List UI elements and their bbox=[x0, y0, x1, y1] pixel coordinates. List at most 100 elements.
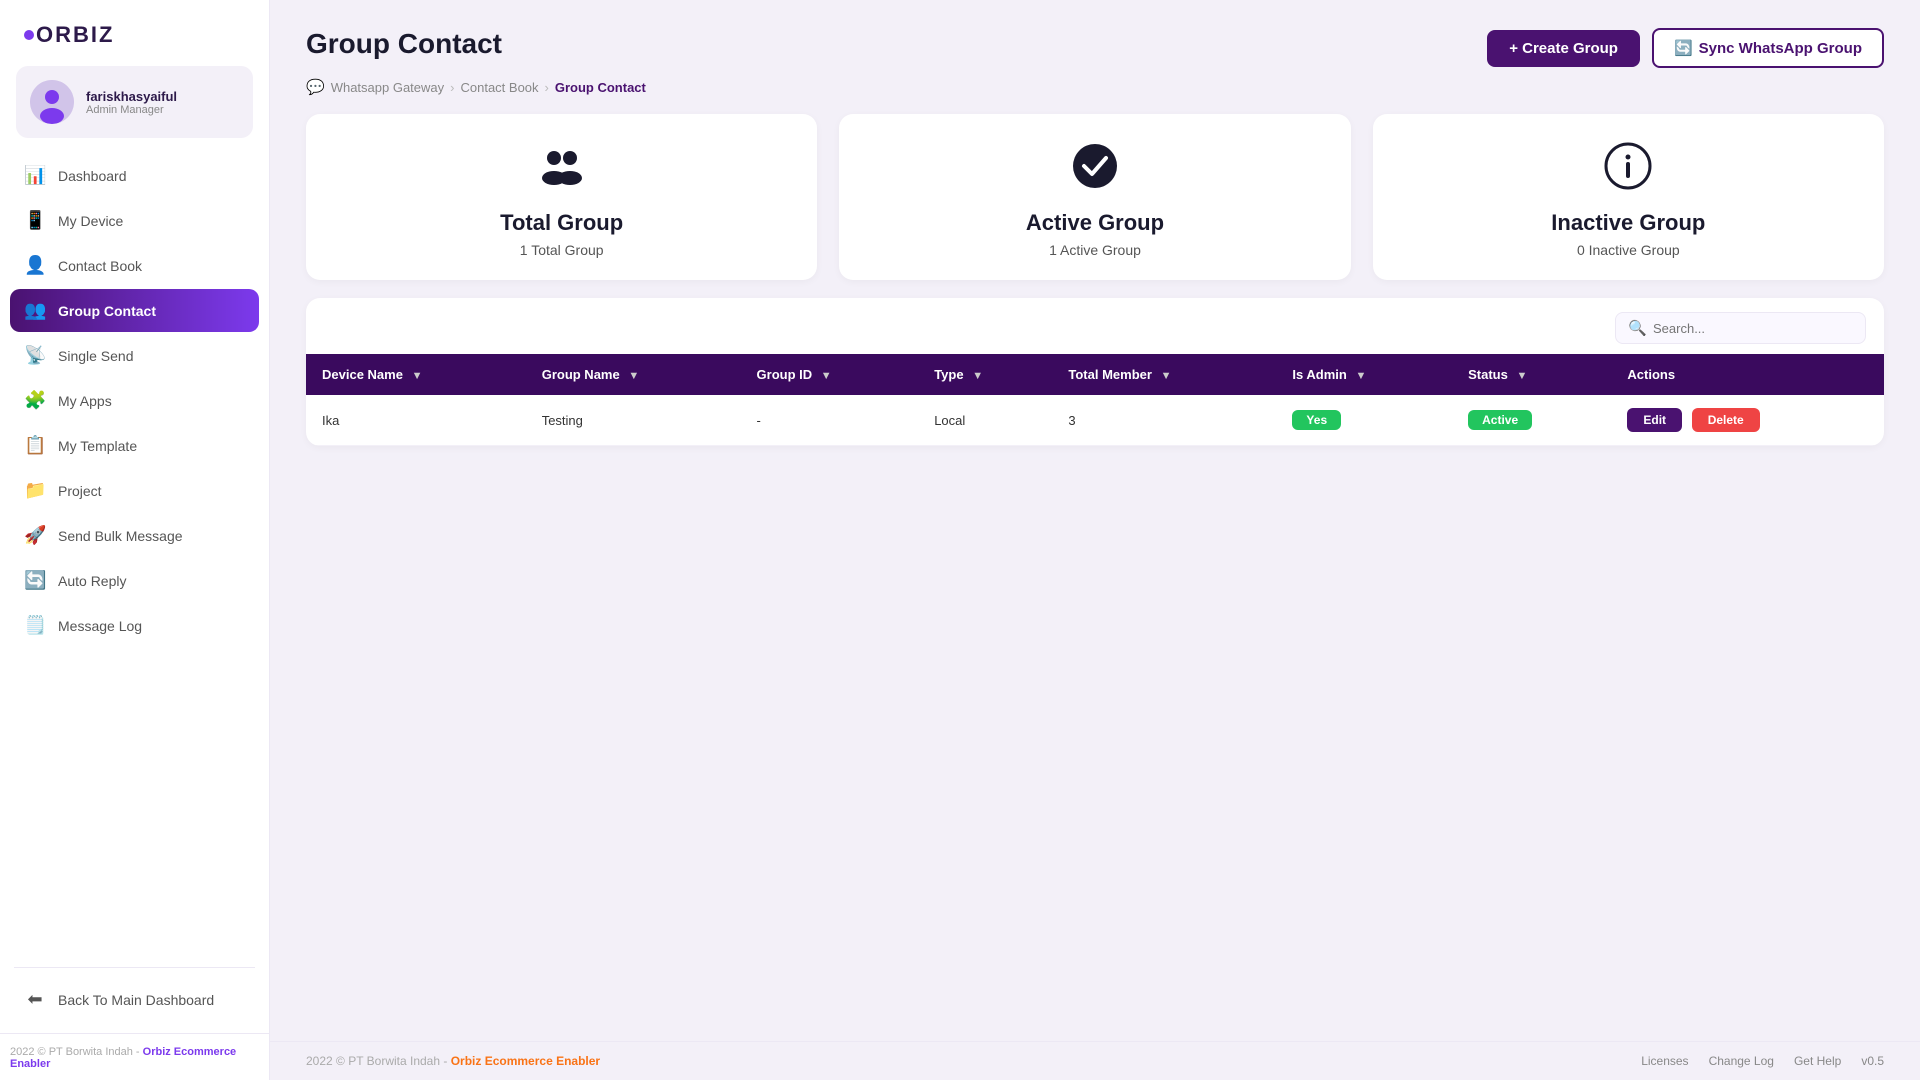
search-wrapper: 🔍 bbox=[1615, 312, 1866, 344]
sidebar-item-my-device[interactable]: 📱 My Device bbox=[10, 199, 259, 242]
sidebar-item-label: Contact Book bbox=[58, 258, 142, 274]
sidebar-item-send-bulk-message[interactable]: 🚀 Send Bulk Message bbox=[10, 514, 259, 557]
sidebar-item-label: My Apps bbox=[58, 393, 112, 409]
filter-icon[interactable]: ▼ bbox=[972, 370, 983, 382]
col-group-name: Group Name ▼ bbox=[526, 354, 741, 395]
col-is-admin: Is Admin ▼ bbox=[1276, 354, 1452, 395]
page-title: Group Contact bbox=[306, 28, 502, 60]
is-admin-badge: Yes bbox=[1292, 410, 1341, 430]
breadcrumb-whatsapp[interactable]: Whatsapp Gateway bbox=[331, 80, 444, 95]
cell-actions: Edit Delete bbox=[1611, 395, 1884, 446]
total-group-title: Total Group bbox=[500, 210, 623, 236]
filter-icon[interactable]: ▼ bbox=[1355, 370, 1366, 382]
sidebar-item-label: My Device bbox=[58, 213, 123, 229]
cell-type: Local bbox=[918, 395, 1052, 446]
sync-whatsapp-button[interactable]: 🔄 Sync WhatsApp Group bbox=[1652, 28, 1884, 68]
avatar-icon bbox=[30, 80, 74, 124]
nav-divider bbox=[14, 967, 255, 968]
active-group-count: 1 Active Group bbox=[1049, 242, 1141, 258]
breadcrumb: 💬 Whatsapp Gateway › Contact Book › Grou… bbox=[270, 68, 1920, 96]
sidebar-item-group-contact[interactable]: 👥 Group Contact bbox=[10, 289, 259, 332]
sidebar-item-auto-reply[interactable]: 🔄 Auto Reply bbox=[10, 559, 259, 602]
auto-reply-icon: 🔄 bbox=[24, 570, 46, 591]
sidebar-item-my-template[interactable]: 📋 My Template bbox=[10, 424, 259, 467]
contact-icon: 👤 bbox=[24, 255, 46, 276]
create-group-button[interactable]: + Create Group bbox=[1487, 30, 1640, 67]
inactive-group-icon bbox=[1604, 142, 1652, 200]
active-group-icon bbox=[1071, 142, 1119, 200]
breadcrumb-sep-2: › bbox=[545, 80, 549, 95]
sidebar-item-label: Dashboard bbox=[58, 168, 127, 184]
sidebar: ORBIZ fariskhasyaiful Admin Manager 📊 Da… bbox=[0, 0, 270, 1080]
footer-brand-name: Orbiz Ecommerce Enabler bbox=[451, 1054, 600, 1068]
breadcrumb-contact-book[interactable]: Contact Book bbox=[460, 80, 538, 95]
total-group-count: 1 Total Group bbox=[520, 242, 604, 258]
user-card: fariskhasyaiful Admin Manager bbox=[16, 66, 253, 138]
main-content: Group Contact + Create Group 🔄 Sync What… bbox=[270, 0, 1920, 1080]
table-header: Device Name ▼ Group Name ▼ Group ID ▼ Ty… bbox=[306, 354, 1884, 395]
breadcrumb-sep-1: › bbox=[450, 80, 454, 95]
send-icon: 📡 bbox=[24, 345, 46, 366]
active-group-title: Active Group bbox=[1026, 210, 1164, 236]
cell-group-id: - bbox=[741, 395, 919, 446]
stat-card-total-group: Total Group 1 Total Group bbox=[306, 114, 817, 280]
cell-is-admin: Yes bbox=[1276, 395, 1452, 446]
cell-total-member: 3 bbox=[1052, 395, 1276, 446]
sidebar-item-project[interactable]: 📁 Project bbox=[10, 469, 259, 512]
apps-icon: 🧩 bbox=[24, 390, 46, 411]
licenses-link[interactable]: Licenses bbox=[1641, 1054, 1688, 1068]
bulk-icon: 🚀 bbox=[24, 525, 46, 546]
people-icon bbox=[538, 142, 586, 190]
back-label: Back To Main Dashboard bbox=[58, 992, 214, 1008]
get-help-link[interactable]: Get Help bbox=[1794, 1054, 1841, 1068]
col-type: Type ▼ bbox=[918, 354, 1052, 395]
group-table: Device Name ▼ Group Name ▼ Group ID ▼ Ty… bbox=[306, 354, 1884, 446]
total-group-icon bbox=[538, 142, 586, 200]
main-footer: 2022 © PT Borwita Indah - Orbiz Ecommerc… bbox=[270, 1041, 1920, 1080]
sidebar-item-label: Group Contact bbox=[58, 303, 156, 319]
username: fariskhasyaiful bbox=[86, 89, 177, 104]
device-icon: 📱 bbox=[24, 210, 46, 231]
search-bar: 🔍 bbox=[306, 298, 1884, 354]
avatar bbox=[30, 80, 74, 124]
version-label: v0.5 bbox=[1861, 1054, 1884, 1068]
sidebar-item-dashboard[interactable]: 📊 Dashboard bbox=[10, 154, 259, 197]
sidebar-item-label: Auto Reply bbox=[58, 573, 126, 589]
filter-icon[interactable]: ▼ bbox=[412, 370, 423, 382]
col-device-name: Device Name ▼ bbox=[306, 354, 526, 395]
project-icon: 📁 bbox=[24, 480, 46, 501]
table-row: Ika Testing - Local 3 Yes Active Edit De… bbox=[306, 395, 1884, 446]
footer-right: Licenses Change Log Get Help v0.5 bbox=[1641, 1054, 1884, 1068]
sidebar-item-single-send[interactable]: 📡 Single Send bbox=[10, 334, 259, 377]
sidebar-footer: 2022 © PT Borwita Indah - Orbiz Ecommerc… bbox=[0, 1033, 269, 1080]
filter-icon[interactable]: ▼ bbox=[1516, 370, 1527, 382]
filter-icon[interactable]: ▼ bbox=[821, 370, 832, 382]
stats-row: Total Group 1 Total Group Active Group 1… bbox=[270, 96, 1920, 280]
sidebar-item-label: My Template bbox=[58, 438, 137, 454]
stat-card-inactive-group: Inactive Group 0 Inactive Group bbox=[1373, 114, 1884, 280]
filter-icon[interactable]: ▼ bbox=[628, 370, 639, 382]
filter-icon[interactable]: ▼ bbox=[1161, 370, 1172, 382]
col-group-id: Group ID ▼ bbox=[741, 354, 919, 395]
sidebar-item-my-apps[interactable]: 🧩 My Apps bbox=[10, 379, 259, 422]
search-input[interactable] bbox=[1653, 321, 1853, 336]
cell-group-name: Testing bbox=[526, 395, 741, 446]
back-to-main-dashboard[interactable]: ⬅ Back To Main Dashboard bbox=[10, 978, 259, 1021]
sidebar-item-contact-book[interactable]: 👤 Contact Book bbox=[10, 244, 259, 287]
nav-list: 📊 Dashboard 📱 My Device 👤 Contact Book 👥… bbox=[0, 154, 269, 957]
sidebar-item-label: Message Log bbox=[58, 618, 142, 634]
logo-area: ORBIZ bbox=[0, 0, 269, 66]
changelog-link[interactable]: Change Log bbox=[1709, 1054, 1774, 1068]
log-icon: 🗒️ bbox=[24, 615, 46, 636]
edit-button[interactable]: Edit bbox=[1627, 408, 1682, 432]
delete-button[interactable]: Delete bbox=[1692, 408, 1760, 432]
inactive-group-title: Inactive Group bbox=[1551, 210, 1705, 236]
sidebar-item-label: Project bbox=[58, 483, 102, 499]
cell-status: Active bbox=[1452, 395, 1611, 446]
sidebar-item-message-log[interactable]: 🗒️ Message Log bbox=[10, 604, 259, 647]
header-actions: + Create Group 🔄 Sync WhatsApp Group bbox=[1487, 28, 1884, 68]
whatsapp-icon: 💬 bbox=[306, 78, 325, 96]
table-section: 🔍 Device Name ▼ Group Name ▼ Group ID bbox=[306, 298, 1884, 446]
check-circle-icon bbox=[1071, 142, 1119, 190]
user-info: fariskhasyaiful Admin Manager bbox=[86, 89, 177, 116]
